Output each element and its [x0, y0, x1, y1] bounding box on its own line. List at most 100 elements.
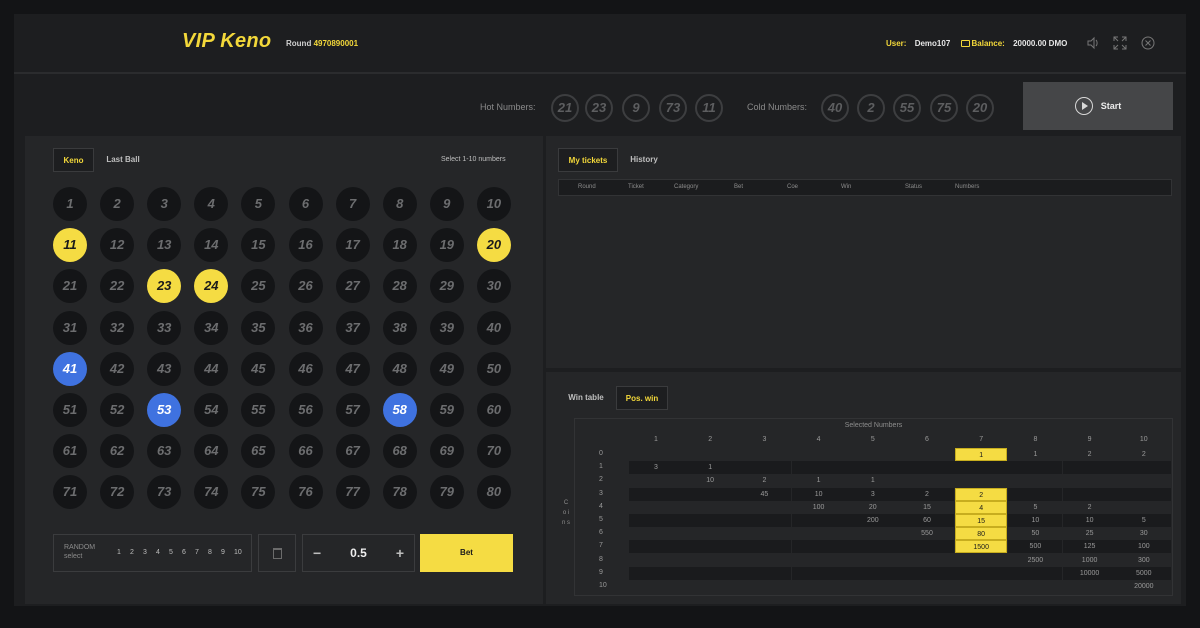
number-ball-51[interactable]: 51: [53, 393, 87, 427]
random-count-1[interactable]: 1: [117, 549, 121, 556]
number-ball-65[interactable]: 65: [241, 434, 276, 469]
number-ball-71[interactable]: 71: [53, 475, 87, 510]
number-ball-45[interactable]: 45: [241, 351, 276, 386]
clear-button[interactable]: [258, 534, 296, 572]
number-ball-31[interactable]: 31: [53, 310, 87, 345]
number-ball-34[interactable]: 34: [194, 310, 229, 345]
number-ball-77[interactable]: 77: [335, 475, 370, 510]
number-ball-32[interactable]: 32: [100, 310, 135, 345]
tab-last-ball[interactable]: Last Ball: [101, 148, 145, 172]
number-ball-52[interactable]: 52: [100, 393, 135, 427]
number-ball-42[interactable]: 42: [100, 351, 135, 386]
number-ball-79[interactable]: 79: [429, 475, 464, 510]
random-count-7[interactable]: 7: [195, 549, 199, 556]
increase-stake-button[interactable]: +: [396, 545, 404, 561]
number-ball-39[interactable]: 39: [429, 310, 464, 345]
number-ball-19[interactable]: 19: [429, 228, 464, 263]
number-ball-13[interactable]: 13: [147, 228, 182, 263]
number-ball-80[interactable]: 80: [476, 475, 511, 510]
number-ball-8[interactable]: 8: [382, 187, 417, 221]
number-ball-40[interactable]: 40: [476, 310, 511, 345]
number-ball-64[interactable]: 64: [194, 434, 229, 469]
number-ball-7[interactable]: 7: [335, 187, 370, 221]
number-ball-23[interactable]: 23: [147, 269, 182, 304]
number-ball-54[interactable]: 54: [194, 393, 229, 427]
number-ball-74[interactable]: 74: [194, 475, 229, 510]
random-count-10[interactable]: 10: [234, 549, 242, 556]
tab-my-tickets[interactable]: My tickets: [558, 148, 618, 172]
number-ball-26[interactable]: 26: [288, 269, 323, 304]
number-ball-4[interactable]: 4: [194, 187, 229, 221]
number-ball-9[interactable]: 9: [429, 187, 464, 221]
number-ball-12[interactable]: 12: [100, 228, 135, 263]
number-ball-28[interactable]: 28: [382, 269, 417, 304]
number-ball-30[interactable]: 30: [476, 269, 511, 304]
number-ball-68[interactable]: 68: [382, 434, 417, 469]
number-ball-69[interactable]: 69: [429, 434, 464, 469]
number-ball-78[interactable]: 78: [382, 475, 417, 510]
number-ball-15[interactable]: 15: [241, 228, 276, 263]
random-count-3[interactable]: 3: [143, 549, 147, 556]
tab-keno[interactable]: Keno: [53, 148, 94, 172]
number-ball-11[interactable]: 11: [53, 228, 87, 263]
number-ball-25[interactable]: 25: [241, 269, 276, 304]
number-ball-2[interactable]: 2: [100, 187, 135, 221]
tab-history[interactable]: History: [624, 148, 664, 172]
number-ball-22[interactable]: 22: [100, 269, 135, 304]
number-ball-55[interactable]: 55: [241, 393, 276, 427]
number-ball-60[interactable]: 60: [476, 393, 511, 427]
number-ball-21[interactable]: 21: [53, 269, 87, 304]
number-ball-76[interactable]: 76: [288, 475, 323, 510]
number-ball-44[interactable]: 44: [194, 351, 229, 386]
number-ball-43[interactable]: 43: [147, 351, 182, 386]
number-ball-57[interactable]: 57: [335, 393, 370, 427]
number-ball-24[interactable]: 24: [194, 269, 229, 304]
number-ball-61[interactable]: 61: [53, 434, 87, 469]
bet-button[interactable]: Bet: [420, 534, 513, 572]
number-ball-58[interactable]: 58: [382, 393, 417, 427]
number-ball-72[interactable]: 72: [100, 475, 135, 510]
number-ball-67[interactable]: 67: [335, 434, 370, 469]
number-ball-20[interactable]: 20: [476, 228, 511, 263]
number-ball-29[interactable]: 29: [429, 269, 464, 304]
tab-pos-win[interactable]: Pos. win: [616, 386, 668, 410]
number-ball-36[interactable]: 36: [288, 310, 323, 345]
number-ball-27[interactable]: 27: [335, 269, 370, 304]
number-ball-5[interactable]: 5: [241, 187, 276, 221]
number-ball-75[interactable]: 75: [241, 475, 276, 510]
number-ball-18[interactable]: 18: [382, 228, 417, 263]
close-icon[interactable]: [1141, 36, 1155, 50]
number-ball-16[interactable]: 16: [288, 228, 323, 263]
random-count-8[interactable]: 8: [208, 549, 212, 556]
number-ball-56[interactable]: 56: [288, 393, 323, 427]
number-ball-41[interactable]: 41: [53, 351, 87, 386]
number-ball-10[interactable]: 10: [476, 187, 511, 221]
number-ball-33[interactable]: 33: [147, 310, 182, 345]
number-ball-59[interactable]: 59: [429, 393, 464, 427]
number-ball-17[interactable]: 17: [335, 228, 370, 263]
number-ball-37[interactable]: 37: [335, 310, 370, 345]
random-count-6[interactable]: 6: [182, 549, 186, 556]
number-ball-53[interactable]: 53: [147, 393, 182, 427]
number-ball-35[interactable]: 35: [241, 310, 276, 345]
number-ball-63[interactable]: 63: [147, 434, 182, 469]
number-ball-14[interactable]: 14: [194, 228, 229, 263]
random-count-2[interactable]: 2: [130, 549, 134, 556]
number-ball-46[interactable]: 46: [288, 351, 323, 386]
random-count-4[interactable]: 4: [156, 549, 160, 556]
number-ball-1[interactable]: 1: [53, 187, 87, 221]
number-ball-62[interactable]: 62: [100, 434, 135, 469]
number-ball-47[interactable]: 47: [335, 351, 370, 386]
number-ball-50[interactable]: 50: [476, 351, 511, 386]
tab-win-table[interactable]: Win table: [566, 386, 606, 410]
number-ball-6[interactable]: 6: [288, 187, 323, 221]
number-ball-66[interactable]: 66: [288, 434, 323, 469]
sound-icon[interactable]: [1086, 36, 1100, 50]
fullscreen-icon[interactable]: [1113, 36, 1127, 50]
number-ball-73[interactable]: 73: [147, 475, 182, 510]
random-count-5[interactable]: 5: [169, 549, 173, 556]
number-ball-48[interactable]: 48: [382, 351, 417, 386]
number-ball-3[interactable]: 3: [147, 187, 182, 221]
number-ball-49[interactable]: 49: [429, 351, 464, 386]
start-button[interactable]: Start: [1023, 82, 1173, 130]
